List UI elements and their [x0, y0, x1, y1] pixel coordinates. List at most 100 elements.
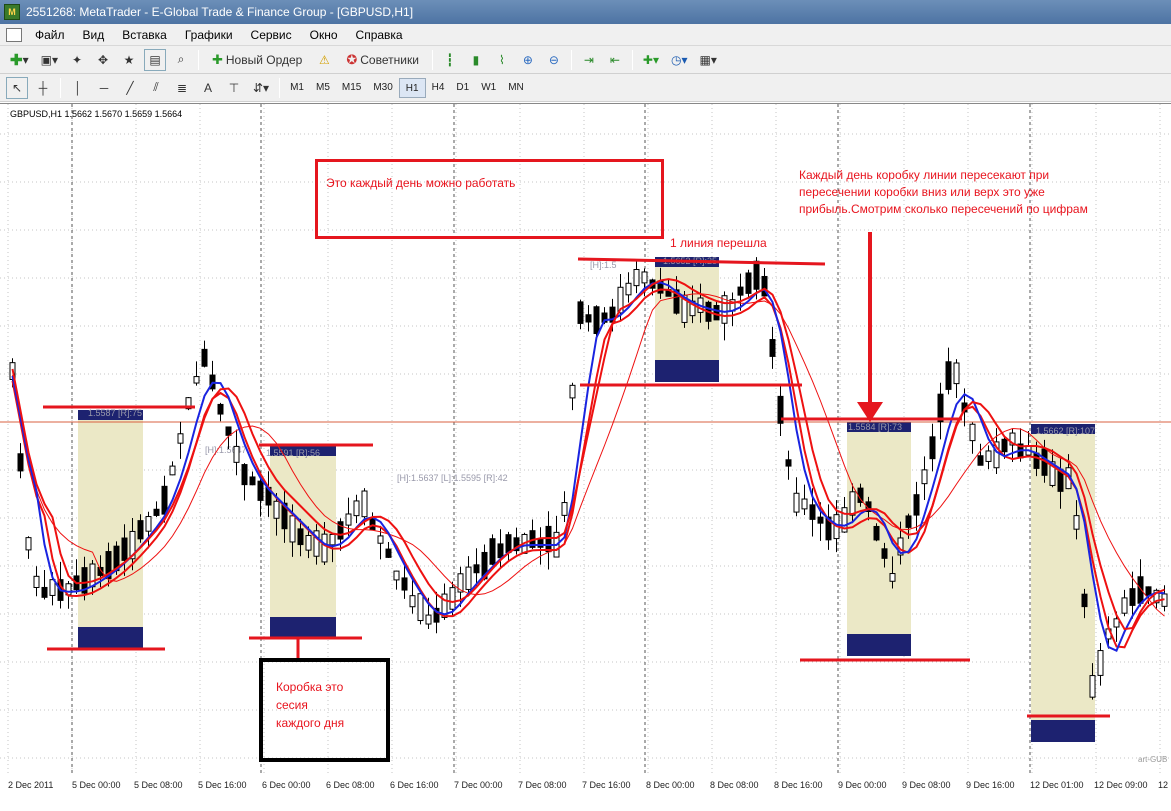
timeframe-h4[interactable]: H4 — [426, 78, 451, 98]
document-icon[interactable] — [6, 27, 22, 42]
candle-body — [1137, 576, 1144, 604]
session-box-bottom — [1031, 720, 1095, 742]
timeframe-mn[interactable]: MN — [502, 78, 530, 98]
candle-body — [1033, 452, 1040, 469]
chart-shift-icon[interactable]: ⇤ — [604, 49, 626, 71]
box-label: 1.5662 [R]:107 — [1036, 426, 1095, 436]
candle-body — [585, 314, 592, 323]
indicators-icon[interactable]: ✚▾ — [639, 49, 663, 71]
trendline-icon[interactable]: ╱ — [119, 77, 141, 99]
experts-button[interactable]: ✪ Советники — [339, 49, 426, 71]
box-label: [H]:1.5637 [L]:1.5595 [R]:42 — [397, 473, 508, 483]
candle-body — [713, 305, 720, 321]
candle-body — [329, 533, 336, 546]
candle-body — [641, 271, 648, 284]
session-box-bottom — [270, 617, 336, 639]
menu-charts[interactable]: Графики — [176, 24, 242, 46]
strategy-tester-icon[interactable]: ⌕ — [170, 49, 192, 71]
experts-icon: ✪ — [346, 51, 358, 67]
candle-body — [929, 436, 936, 460]
ma-blue-line — [11, 281, 1165, 653]
zoom-out-icon[interactable]: ⊖ — [543, 49, 565, 71]
candle-body — [249, 476, 256, 486]
candle-body — [121, 537, 128, 561]
periods-icon[interactable]: ◷▾ — [667, 49, 692, 71]
templates-icon[interactable]: ▦▾ — [695, 49, 720, 71]
price-chart[interactable]: 1.5587 [R]:75 [H]:1.5647 1.5591 [R]:56 [H]:… — [0, 103, 1171, 810]
session-box-bottom — [847, 634, 911, 656]
market-watch-icon[interactable]: ✦ — [66, 49, 88, 71]
timeframe-w1[interactable]: W1 — [475, 78, 502, 98]
candle-body — [465, 566, 472, 590]
candle-body — [1129, 588, 1136, 606]
box-label: [H]:1.5647 — [205, 445, 247, 455]
box-label: 1.5584 [R]:73 — [848, 422, 902, 432]
candle-body — [297, 528, 304, 546]
vertical-line-icon[interactable]: │ — [67, 77, 89, 99]
new-order-button[interactable]: ✚ Новый Ордер — [205, 49, 309, 71]
ma-thin-red-line — [12, 293, 1165, 617]
autoscroll-icon[interactable]: ⇥ — [578, 49, 600, 71]
box-label: [H]:1.5 — [590, 260, 617, 270]
box-label: 1.5591 [R]:56 — [266, 448, 320, 458]
time-axis-label: 8 Dec 16:00 — [774, 780, 823, 790]
menu-window[interactable]: Окно — [301, 24, 347, 46]
candle-body — [569, 384, 576, 399]
timeframe-m30[interactable]: M30 — [367, 78, 398, 98]
candle-body — [769, 339, 776, 357]
time-axis-label: 6 Dec 00:00 — [262, 780, 311, 790]
candle-body — [793, 492, 800, 513]
line-chart-icon[interactable]: ⌇ — [491, 49, 513, 71]
candle-body — [849, 491, 856, 516]
bar-chart-icon[interactable]: ┇ — [439, 49, 461, 71]
candle-body — [33, 575, 40, 588]
candle-body — [809, 504, 816, 520]
candle-body — [289, 515, 296, 543]
candle-body — [497, 543, 504, 559]
menu-tools[interactable]: Сервис — [242, 24, 301, 46]
arrows-icon[interactable]: ⇵▾ — [249, 77, 273, 99]
time-axis-label: 5 Dec 00:00 — [72, 780, 121, 790]
profiles-icon[interactable]: ▣▾ — [37, 49, 62, 71]
candle-body — [1089, 675, 1096, 698]
terminal-icon[interactable]: ▤ — [143, 48, 166, 71]
text-label-icon[interactable]: ⊤ — [223, 77, 245, 99]
timeframe-m5[interactable]: M5 — [310, 78, 336, 98]
candle-body — [345, 513, 352, 526]
fibonacci-icon[interactable]: ≣ — [171, 77, 193, 99]
candle-body — [41, 586, 48, 598]
candle-body — [1121, 597, 1128, 614]
navigator-icon[interactable]: ★ — [118, 49, 140, 71]
candle-body — [945, 361, 952, 390]
timeframe-h1[interactable]: H1 — [398, 77, 426, 98]
candle-body — [889, 573, 896, 582]
candle-body — [953, 362, 960, 385]
candle-body — [625, 282, 632, 296]
warning-icon[interactable]: ⚠ — [313, 49, 335, 71]
timeframe-m15[interactable]: M15 — [336, 78, 367, 98]
data-window-icon[interactable]: ✥ — [92, 49, 114, 71]
candlestick-icon[interactable]: ▮ — [465, 49, 487, 71]
zoom-in-icon[interactable]: ⊕ — [517, 49, 539, 71]
timeframe-m1[interactable]: M1 — [284, 78, 310, 98]
annotation-right-text: Каждый день коробку линии пересекают при… — [799, 168, 1088, 216]
candle-body — [1073, 515, 1080, 530]
menu-insert[interactable]: Вставка — [113, 24, 176, 46]
menu-file[interactable]: Файл — [26, 24, 74, 46]
channel-icon[interactable]: ⫽ — [145, 77, 167, 99]
session-box — [78, 410, 143, 649]
horizontal-line-icon[interactable]: ─ — [93, 77, 115, 99]
timeframe-d1[interactable]: D1 — [450, 78, 475, 98]
menu-view[interactable]: Вид — [74, 24, 114, 46]
candle-body — [633, 269, 640, 287]
crosshair-icon[interactable]: ┼ — [32, 77, 54, 99]
menu-help[interactable]: Справка — [347, 24, 412, 46]
cursor-icon[interactable]: ↖ — [6, 76, 28, 99]
time-axis-label: 2 Dec 2011 — [8, 780, 54, 790]
drawing-toolbar: ↖ ┼ │ ─ ╱ ⫽ ≣ A ⊤ ⇵▾ M1 M5 M15 M30 H1 H4… — [0, 74, 1171, 102]
toolbar-separator — [60, 77, 61, 98]
candle-body — [745, 272, 752, 294]
text-icon[interactable]: A — [197, 77, 219, 99]
toolbar-separator — [197, 49, 199, 70]
new-chart-icon[interactable]: ✚ ▾ — [6, 49, 33, 71]
